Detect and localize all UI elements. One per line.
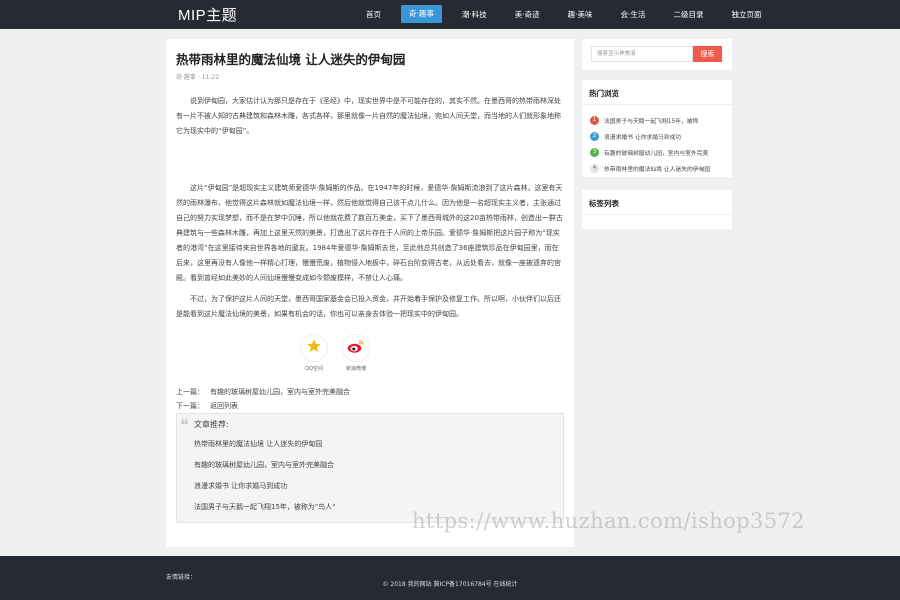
qzone-star-icon (306, 338, 322, 358)
hot-item[interactable]: 4 热带雨林里的魔法仙境 让人迷失的伊甸园 (590, 160, 710, 176)
next-article-link[interactable]: 返回列表 (210, 402, 238, 410)
rank-badge: 2 (590, 131, 599, 141)
share-qzone-label: QQ空间 (305, 366, 323, 372)
share-weibo-label: 新浪微博 (345, 366, 366, 372)
next-label: 下一篇： (176, 402, 204, 410)
nav-item-tech[interactable]: 潮·科技 (454, 0, 495, 29)
hot-panel: 热门浏览 1 法国男子与天鹅一起飞翔15年，被称 2 浪漫求婚书 让你求婚马到成… (582, 80, 732, 177)
recommend-item[interactable]: 有趣的玻璃树屋幼儿园，室内与室外完美融合 (194, 460, 335, 481)
prev-label: 上一篇： (176, 388, 204, 396)
share-bar: QQ空间 新浪微博 (300, 334, 370, 372)
divider (582, 104, 732, 105)
search-button[interactable]: 搜索 (693, 46, 722, 62)
main-nav: 首页 奇·趣事 潮·科技 美·奇迹 趣·美味 会·生活 二级目录 独立页面 (358, 0, 781, 29)
recommend-item[interactable]: 法国男子与天鹅一起飞翔15年，被称为"鸟人" (194, 502, 335, 523)
watermark: https://www.huzhan.com/ishop3572 (412, 509, 806, 533)
prev-article-link[interactable]: 有趣的玻璃树屋幼儿园，室内与室外完美融合 (210, 388, 350, 396)
article-paragraph: 不过，为了保护这片人间的天堂，墨西哥国家基金会已投入资金，并开始着手保护及修复工… (176, 295, 561, 318)
recommend-item[interactable]: 浪漫求婚书 让你求婚马到成功 (194, 481, 335, 502)
recommend-item[interactable]: 热带雨林里的魔法仙境 让人迷失的伊甸园 (194, 439, 335, 460)
copyright: © 2018 我的网站 冀ICP备17016784号 在线统计 (382, 581, 518, 588)
article-meta: 奇·趣事 · 11-22 (176, 74, 220, 81)
hot-item-title[interactable]: 热带雨林里的魔法仙境 让人迷失的伊甸园 (604, 164, 710, 173)
hot-list: 1 法国男子与天鹅一起飞翔15年，被称 2 浪漫求婚书 让你求婚马到成功 3 有… (590, 112, 710, 176)
site-logo[interactable]: MIP主题 (178, 4, 237, 25)
next-article: 下一篇： 返回列表 (176, 399, 350, 413)
article-body: 说到伊甸园，大家估计认为那只是存在于《圣经》中，现实世界中是不可能存在的，其实不… (176, 94, 564, 328)
rank-badge: 4 (590, 163, 599, 173)
recommend-list: 热带雨林里的魔法仙境 让人迷失的伊甸园 有趣的玻璃树屋幼儿园，室内与室外完美融合… (194, 439, 335, 523)
quote-icon: ❝ (180, 415, 189, 434)
hot-item[interactable]: 3 有趣的玻璃树屋幼儿园，室内与室外完美 (590, 144, 710, 160)
prev-next-nav: 上一篇： 有趣的玻璃树屋幼儿园，室内与室外完美融合 下一篇： 返回列表 (176, 385, 350, 413)
search-box: 搜索 (582, 39, 732, 70)
share-qzone-button[interactable]: QQ空间 (300, 334, 328, 372)
hot-item-title[interactable]: 法国男子与天鹅一起飞翔15年，被称 (604, 116, 698, 125)
rank-badge: 3 (590, 147, 599, 157)
hot-item[interactable]: 1 法国男子与天鹅一起飞翔15年，被称 (590, 112, 710, 128)
nav-item-home[interactable]: 首页 (358, 0, 389, 29)
nav-item-miracle[interactable]: 美·奇迹 (507, 0, 548, 29)
nav-item-subdir[interactable]: 二级目录 (665, 0, 711, 29)
article-paragraph: 说到伊甸园，大家估计认为那只是存在于《圣经》中，现实世界中是不可能存在的，其实不… (176, 97, 561, 135)
nav-item-qiqushi[interactable]: 奇·趣事 (401, 5, 442, 23)
hot-title: 热门浏览 (589, 89, 619, 98)
share-weibo-button[interactable]: 新浪微博 (342, 334, 370, 372)
recommend-title: 文章推荐: (194, 420, 229, 429)
nav-item-page[interactable]: 独立页面 (723, 0, 769, 29)
article-paragraph: 这片“伊甸园”是超现实主义建筑师爱德华·詹姆斯的作品。在1947年的时候，爱德华… (176, 184, 563, 282)
divider (582, 214, 732, 215)
hot-item-title[interactable]: 浪漫求婚书 让你求婚马到成功 (604, 132, 681, 141)
tags-panel: 标签列表 (582, 190, 732, 229)
tags-title: 标签列表 (589, 199, 619, 208)
top-navbar: MIP主题 首页 奇·趣事 潮·科技 美·奇迹 趣·美味 会·生活 二级目录 独… (0, 0, 900, 29)
recommend-box: ❝ 文章推荐: 热带雨林里的魔法仙境 让人迷失的伊甸园 有趣的玻璃树屋幼儿园，室… (176, 413, 564, 523)
nav-item-life[interactable]: 会·生活 (613, 0, 654, 29)
search-input[interactable] (591, 46, 693, 62)
footer: 友情链接： © 2018 我的网站 冀ICP备17016784号 在线统计 (0, 556, 900, 600)
hot-item[interactable]: 2 浪漫求婚书 让你求婚马到成功 (590, 128, 710, 144)
article-title: 热带雨林里的魔法仙境 让人迷失的伊甸园 (176, 52, 406, 67)
weibo-icon (347, 338, 365, 358)
article-card: 热带雨林里的魔法仙境 让人迷失的伊甸园 奇·趣事 · 11-22 说到伊甸园，大… (166, 39, 574, 547)
rank-badge: 1 (590, 115, 599, 125)
prev-article: 上一篇： 有趣的玻璃树屋幼儿园，室内与室外完美融合 (176, 385, 350, 399)
nav-item-food[interactable]: 趣·美味 (560, 0, 601, 29)
hot-item-title[interactable]: 有趣的玻璃树屋幼儿园，室内与室外完美 (604, 148, 708, 157)
